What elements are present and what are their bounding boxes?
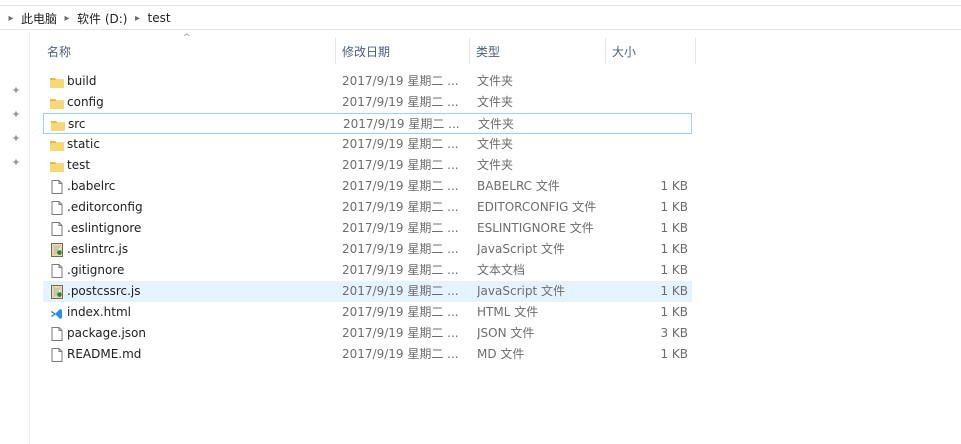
file-size [628, 134, 688, 155]
file-name: src [68, 117, 86, 131]
file-modified-date: 2017/9/19 星期二 ... [342, 242, 459, 256]
file-modified-date: 2017/9/19 星期二 ... [342, 200, 459, 214]
pin-icon[interactable]: ✦ [10, 133, 22, 145]
file-name: .eslintignore [67, 221, 142, 235]
pin-icon[interactable]: ✦ [10, 109, 22, 121]
file-modified-date: 2017/9/19 星期二 ... [342, 263, 459, 277]
file-row[interactable]: .editorconfig 2017/9/19 星期二 ... EDITORCONF… [43, 197, 692, 218]
file-type: BABELRC 文件 [477, 179, 560, 193]
file-type: HTML 文件 [477, 305, 539, 319]
column-header-date-label: 修改日期 [342, 44, 391, 59]
file-row[interactable]: .gitignore 2017/9/19 星期二 ... 文本文档 1 KB [43, 260, 692, 281]
file-row[interactable]: .postcssrc.js 2017/9/19 星期二 ... JavaScript… [43, 281, 692, 302]
file-name: README.md [67, 347, 142, 361]
column-header-date[interactable]: 修改日期 [335, 38, 469, 64]
file-type: ESLINTIGNORE 文件 [477, 221, 594, 235]
file-type: JSON 文件 [477, 326, 535, 340]
file-modified-date: 2017/9/19 星期二 ... [342, 179, 459, 193]
file-type: EDITORCONFIG 文件 [477, 200, 597, 214]
file-row[interactable]: src 2017/9/19 星期二 ... 文件夹 [43, 113, 692, 134]
breadcrumb-drive-d[interactable]: 软件 (D:) [74, 10, 130, 27]
chevron-right-icon[interactable]: ▸ [60, 13, 74, 24]
chevron-right-icon[interactable]: ▸ [4, 13, 18, 24]
file-row[interactable]: config 2017/9/19 星期二 ... 文件夹 [43, 92, 692, 113]
column-header-type[interactable]: 类型 [469, 38, 605, 64]
file-row[interactable]: index.html 2017/9/19 星期二 ... HTML 文件 1 KB [43, 302, 692, 323]
file-name: .eslintrc.js [67, 242, 129, 256]
file-modified-date: 2017/9/19 星期二 ... [342, 326, 459, 340]
file-modified-date: 2017/9/19 星期二 ... [342, 95, 459, 109]
file-name: config [67, 95, 104, 109]
file-row[interactable]: .eslintrc.js 2017/9/19 星期二 ... JavaScript … [43, 239, 692, 260]
file-size: 1 KB [660, 305, 688, 319]
breadcrumb-test[interactable]: test [144, 11, 173, 25]
file-row[interactable]: package.json 2017/9/19 星期二 ... JSON 文件 3 KB [43, 323, 692, 344]
file-modified-date: 2017/9/19 星期二 ... [343, 117, 460, 131]
pin-icon[interactable]: ✦ [10, 85, 22, 97]
column-header-name[interactable]: 名称 [40, 38, 335, 64]
file-modified-date: 2017/9/19 星期二 ... [342, 284, 459, 298]
window-top-strip [0, 0, 961, 6]
file-size [628, 92, 688, 113]
column-header-size-label: 大小 [612, 44, 637, 59]
file-modified-date: 2017/9/19 星期二 ... [342, 137, 459, 151]
file-size: 1 KB [660, 221, 688, 235]
file-row[interactable]: test 2017/9/19 星期二 ... 文件夹 [43, 155, 692, 176]
file-modified-date: 2017/9/19 星期二 ... [342, 74, 459, 88]
pin-icon[interactable]: ✦ [10, 157, 22, 169]
file-row[interactable]: static 2017/9/19 星期二 ... 文件夹 [43, 134, 692, 155]
file-modified-date: 2017/9/19 星期二 ... [342, 347, 459, 361]
file-modified-date: 2017/9/19 星期二 ... [342, 221, 459, 235]
file-size: 3 KB [660, 326, 688, 340]
file-name: .editorconfig [67, 200, 143, 214]
file-name: static [67, 137, 100, 151]
breadcrumb-this-pc[interactable]: 此电脑 [18, 10, 60, 27]
file-type: MD 文件 [477, 347, 525, 361]
file-name: package.json [67, 326, 147, 340]
file-name: .gitignore [67, 263, 125, 277]
file-type: JavaScript 文件 [477, 284, 565, 298]
file-name: test [67, 158, 91, 172]
file-row[interactable]: build 2017/9/19 星期二 ... 文件夹 [43, 71, 692, 92]
chevron-right-icon[interactable]: ▸ [130, 13, 144, 24]
address-bar[interactable]: ▸ 此电脑 ▸ 软件 (D:) ▸ test [0, 7, 961, 30]
file-row[interactable]: README.md 2017/9/19 星期二 ... MD 文件 1 KB [43, 344, 692, 365]
file-name: index.html [67, 305, 131, 319]
file-modified-date: 2017/9/19 星期二 ... [342, 158, 459, 172]
file-size [628, 155, 688, 176]
file-type: 文件夹 [477, 158, 514, 172]
file-size [629, 114, 689, 135]
navigation-pane: ✦ ✦ ✦ ✦ [0, 31, 30, 444]
file-type: 文件夹 [477, 137, 514, 151]
file-size: 1 KB [660, 263, 688, 277]
file-size: 1 KB [660, 200, 688, 214]
column-divider[interactable] [695, 38, 696, 64]
file-row[interactable]: .eslintignore 2017/9/19 星期二 ... ESLINTIGNO… [43, 218, 692, 239]
file-size: 1 KB [660, 347, 688, 361]
file-row[interactable]: .babelrc 2017/9/19 星期二 ... BABELRC 文件 1 KB [43, 176, 692, 197]
file-name: .babelrc [67, 179, 116, 193]
column-header-type-label: 类型 [476, 44, 501, 59]
file-size: 1 KB [660, 179, 688, 193]
file-type: JavaScript 文件 [477, 242, 565, 256]
column-header-name-label: 名称 [47, 44, 72, 59]
column-header-size[interactable]: 大小 [605, 38, 695, 64]
file-modified-date: 2017/9/19 星期二 ... [342, 305, 459, 319]
file-size: 1 KB [660, 242, 688, 256]
file-type: 文件夹 [477, 74, 514, 88]
file-type: 文本文档 [477, 263, 526, 277]
file-type: 文件夹 [478, 117, 515, 131]
file-type: 文件夹 [477, 95, 514, 109]
file-size [628, 71, 688, 92]
file-name: .postcssrc.js [67, 284, 141, 298]
file-name: build [67, 74, 97, 88]
file-size: 1 KB [660, 284, 688, 298]
